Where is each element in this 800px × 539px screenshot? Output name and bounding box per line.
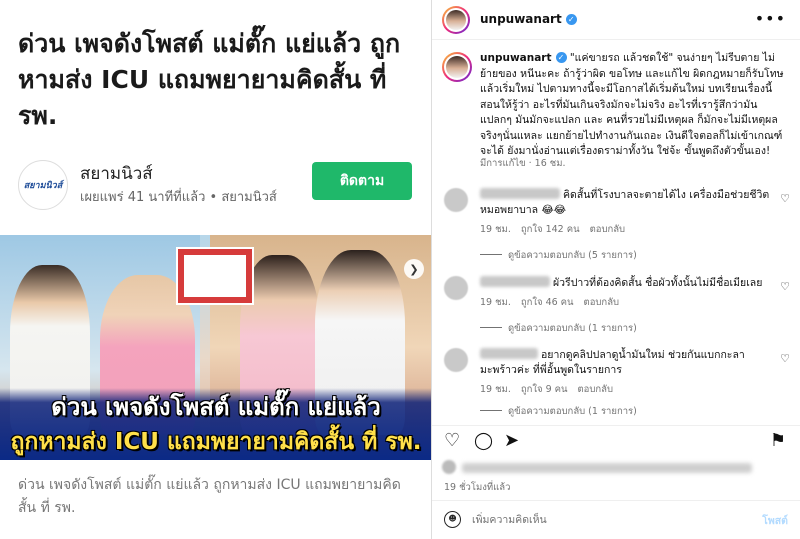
hero-title-line-1: ด่วน เพจดังโพสต์ แม่ตั๊ก แย่แล้ว xyxy=(51,393,381,421)
follow-button[interactable]: ติดตาม xyxy=(312,162,412,200)
comment-icon[interactable]: ◯ xyxy=(474,432,493,450)
more-options-icon[interactable]: ••• xyxy=(755,9,786,28)
commenter-username-redacted[interactable] xyxy=(480,348,538,359)
comment-meta: 19 ชม. ถูกใจ 9 คน ตอบกลับ xyxy=(480,382,623,397)
comment-likes[interactable]: ถูกใจ 9 คน xyxy=(521,384,568,395)
publisher-row: สยามนิวส์ สยามนิวส์ เผยแพร่ 41 นาทีที่แล… xyxy=(18,158,418,210)
comment-time: 19 ชม. xyxy=(480,297,511,308)
caption-username[interactable]: unpuwanart xyxy=(480,52,552,64)
comment-text: คิดสั้นที่โรงบาลจะตายได้ไง เครื่องมือช่ว… xyxy=(480,188,770,216)
likes-text-redacted xyxy=(462,463,752,473)
save-bookmark-icon[interactable]: ⚑ xyxy=(770,432,786,450)
author-avatar[interactable] xyxy=(442,6,470,34)
image-caption: ด่วน เพจดังโพสต์ แม่ตั๊ก แย่แล้ว ถูกหามส… xyxy=(18,477,401,516)
hero-title-line-2: ถูกหามส่ง ICU แถมพยายามคิดสั้น ที่ รพ. xyxy=(10,429,422,455)
instagram-post-panel: unpuwanart ✓ ••• unpuwanart ✓ "แค่ขายรถ แล… xyxy=(432,0,800,539)
publisher-logo[interactable]: สยามนิวส์ xyxy=(18,160,68,210)
author-username[interactable]: unpuwanart ✓ xyxy=(480,12,577,26)
caption-text: unpuwanart ✓ "แค่ขายรถ แล้วชดใช้" จนง่ายๆ… xyxy=(480,51,786,160)
comment-time: 19 ชม. xyxy=(480,224,511,235)
post-header: unpuwanart ✓ ••• xyxy=(432,0,800,40)
commenter-avatar[interactable] xyxy=(444,348,468,372)
hero-inset-screenshot xyxy=(176,247,254,305)
comment-likes[interactable]: ถูกใจ 46 คน xyxy=(521,297,574,308)
share-icon[interactable]: ➤ xyxy=(504,432,519,450)
emoji-icon[interactable]: ☻ xyxy=(444,511,461,528)
caption-body: "แค่ขายรถ แล้วชดใช้" จนง่ายๆ ไม่รีบตาย ไ… xyxy=(480,52,784,157)
publisher-name[interactable]: สยามนิวส์ xyxy=(80,160,153,187)
like-comment-icon[interactable]: ♡ xyxy=(780,192,790,205)
post-action-bar: ♡ ◯ ➤ ⚑ xyxy=(432,425,800,457)
article-headline: ด่วน เพจดังโพสต์ แม่ตั๊ก แย่แล้ว ถูกหามส… xyxy=(18,29,401,130)
comment-text: อยากดูคลิปปลาดูน้ำมันใหม่ ช่วยกันแบกกะลา… xyxy=(480,348,745,376)
post-comment-button[interactable]: โพสต์ xyxy=(762,512,788,529)
comment-meta: 19 ชม. ถูกใจ 46 คน ตอบกลับ xyxy=(480,295,629,310)
commenter-username-redacted[interactable] xyxy=(480,188,560,199)
next-image-icon[interactable]: ❯ xyxy=(404,259,424,279)
comment-time: 19 ชม. xyxy=(480,384,511,395)
news-article-panel: ด่วน เพจดังโพสต์ แม่ตั๊ก แย่แล้ว ถูกหามส… xyxy=(0,0,432,539)
verified-badge-icon: ✓ xyxy=(555,52,567,63)
like-icon[interactable]: ♡ xyxy=(444,432,460,450)
comment-input[interactable] xyxy=(472,510,742,530)
commenter-avatar[interactable] xyxy=(444,188,468,212)
hero-image[interactable]: ❯ ด่วน เพจดังโพสต์ แม่ตั๊ก แย่แล้ว ถูกหา… xyxy=(0,235,431,460)
commenter-avatar[interactable] xyxy=(444,276,468,300)
view-replies[interactable]: ดูข้อความตอบกลับ (1 รายการ) xyxy=(480,404,637,419)
reply-button[interactable]: ตอบกลับ xyxy=(590,224,626,235)
reply-button[interactable]: ตอบกลับ xyxy=(578,384,614,395)
post-time-ago: 19 ชั่วโมงที่แล้ว xyxy=(444,482,511,493)
post-caption: unpuwanart ✓ "แค่ขายรถ แล้วชดใช้" จนง่ายๆ… xyxy=(432,48,800,176)
commenter-username-redacted[interactable] xyxy=(480,276,550,287)
caption-author-avatar[interactable] xyxy=(442,52,472,82)
comment-text: ผัวรีปาวที่ต้องคิดสั้น ชื่อผัวทั้งนั้นไม… xyxy=(480,276,770,291)
reply-button[interactable]: ตอบกลับ xyxy=(584,297,620,308)
comment-likes[interactable]: ถูกใจ 142 คน xyxy=(521,224,580,235)
verified-badge-icon: ✓ xyxy=(565,14,577,25)
likes-summary[interactable] xyxy=(442,460,762,476)
add-comment-bar: ☻ โพสต์ xyxy=(432,500,800,539)
like-comment-icon[interactable]: ♡ xyxy=(780,280,790,293)
view-replies[interactable]: ดูข้อความตอบกลับ (1 รายการ) xyxy=(480,321,637,336)
liker-avatar xyxy=(442,460,456,474)
view-replies[interactable]: ดูข้อความตอบกลับ (5 รายการ) xyxy=(480,248,637,263)
publish-meta: เผยแพร่ 41 นาทีที่แล้ว • สยามนิวส์ xyxy=(80,190,277,205)
caption-meta: มีการแก้ไข · 16 ชม. xyxy=(480,158,566,169)
like-comment-icon[interactable]: ♡ xyxy=(780,352,790,365)
comment-meta: 19 ชม. ถูกใจ 142 คน ตอบกลับ xyxy=(480,222,635,237)
